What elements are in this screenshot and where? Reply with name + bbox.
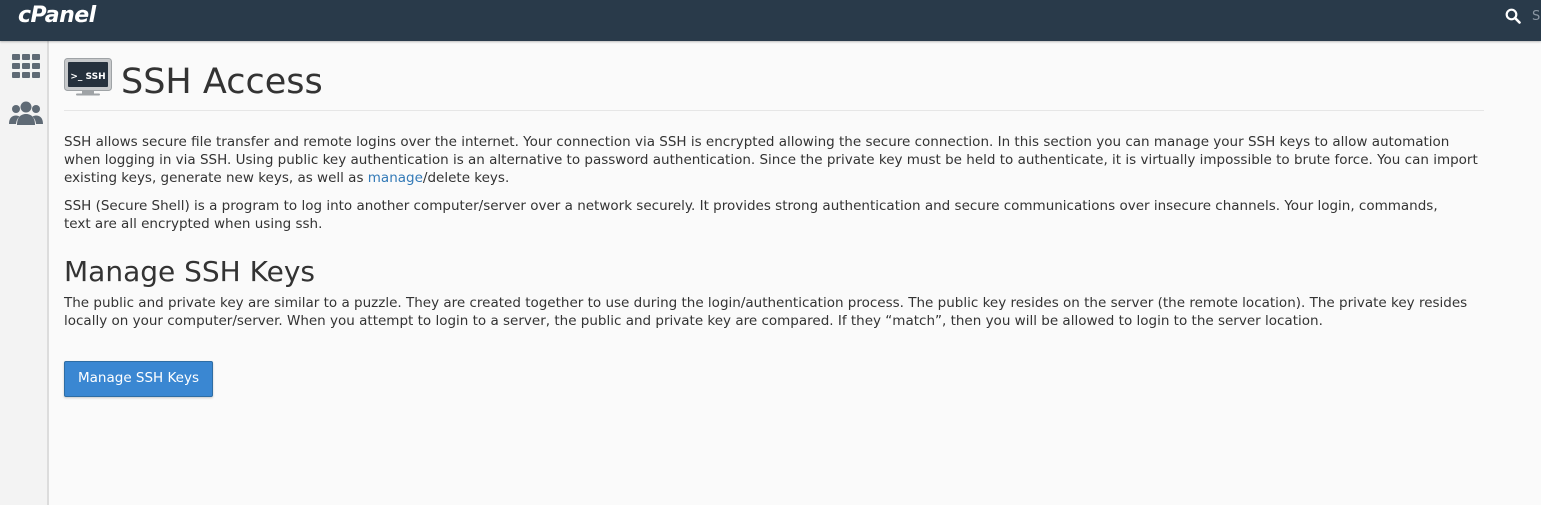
users-icon[interactable] bbox=[9, 98, 43, 128]
search-icon[interactable] bbox=[1505, 8, 1521, 24]
manage-ssh-keys-button[interactable]: Manage SSH Keys bbox=[64, 361, 214, 397]
page-title: SSH Access bbox=[121, 62, 323, 102]
intro-text-end: /delete keys. bbox=[422, 170, 510, 186]
page-header: >_ SSH SSH Access bbox=[64, 41, 1484, 111]
sidebar bbox=[0, 41, 49, 505]
ssh-terminal-icon: >_ SSH bbox=[64, 58, 112, 96]
ssh-description: SSH (Secure Shell) is a program to log i… bbox=[64, 198, 1438, 232]
intro-text: SSH allows secure file transfer and remo… bbox=[64, 134, 1478, 186]
manage-keys-heading: Manage SSH Keys bbox=[64, 255, 315, 288]
manage-link[interactable]: manage bbox=[368, 170, 423, 186]
top-navbar: cPanel bbox=[0, 0, 1541, 41]
search-input[interactable] bbox=[1530, 6, 1541, 26]
ssh-icon-label: >_ SSH bbox=[70, 72, 105, 82]
manage-keys-description: The public and private key are similar t… bbox=[64, 295, 1468, 329]
intro-paragraph: SSH allows secure file transfer and remo… bbox=[64, 133, 1484, 187]
cpanel-logo[interactable]: cPanel bbox=[18, 1, 96, 31]
grid-icon[interactable] bbox=[9, 51, 43, 81]
main-content: >_ SSH SSH Access SSH allows secure file… bbox=[64, 41, 1484, 397]
